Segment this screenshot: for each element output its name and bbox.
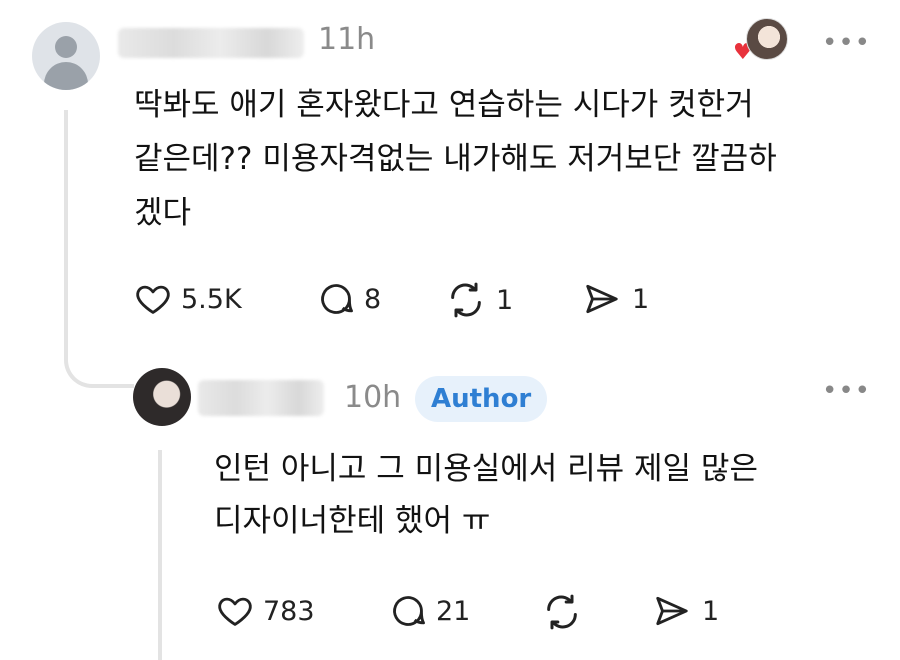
like-button[interactable]: 5.5K [133,280,242,318]
share-icon [580,280,624,318]
comment-time: 11h [318,22,376,57]
more-icon[interactable]: ••• [822,378,871,404]
reply-share-button[interactable]: 1 [650,592,719,630]
comment-text: 딱봐도 애기 혼자왔다고 연습하는 시다가 컷한거 같은데?? 미용자격없는 내… [134,78,874,240]
reply-avatar[interactable] [133,368,191,426]
comment-line: 딱봐도 애기 혼자왔다고 연습하는 시다가 컷한거 [134,87,754,123]
reply-button[interactable]: 8 [316,280,381,318]
reply-line: 인턴 아니고 그 미용실에서 리뷰 제일 많은 [214,451,758,487]
reply-repost-button[interactable] [540,592,584,632]
thread-line [64,110,68,355]
repost-icon [540,592,584,632]
like-count: 783 [263,595,315,627]
repost-count: 1 [496,284,514,316]
avatar[interactable] [32,22,100,90]
heart-icon [133,280,173,318]
share-button[interactable]: 1 [580,280,649,318]
thread-curve [64,330,134,388]
reply-username-redacted[interactable] [198,380,324,416]
reply-reply-button[interactable]: 21 [388,592,470,630]
share-count: 1 [702,595,720,627]
author-liked-avatar [746,18,788,60]
repost-icon [444,280,488,320]
comment-icon [316,280,356,318]
reply-thread-line [158,450,162,660]
repost-button[interactable]: 1 [444,280,513,320]
comment-icon [388,592,428,630]
author-badge: Author [415,376,548,422]
share-icon [650,592,694,630]
reply-line: 디자이너한테 했어 ㅠ [214,503,491,539]
heart-icon [215,592,255,630]
reply-time: 10h [344,380,402,415]
reply-count: 8 [364,283,382,315]
reply-like-button[interactable]: 783 [215,592,315,630]
like-count: 5.5K [181,283,242,315]
reply-text: 인턴 아니고 그 미용실에서 리뷰 제일 많은 디자이너한테 했어 ㅠ [214,443,874,547]
comment-line: 겠다 [134,195,192,231]
comment-line: 같은데?? 미용자격없는 내가해도 저거보단 깔끔하 [134,141,777,177]
share-count: 1 [632,283,650,315]
reply-count: 21 [436,595,471,627]
more-icon[interactable]: ••• [822,30,871,56]
username-redacted[interactable] [118,28,304,58]
